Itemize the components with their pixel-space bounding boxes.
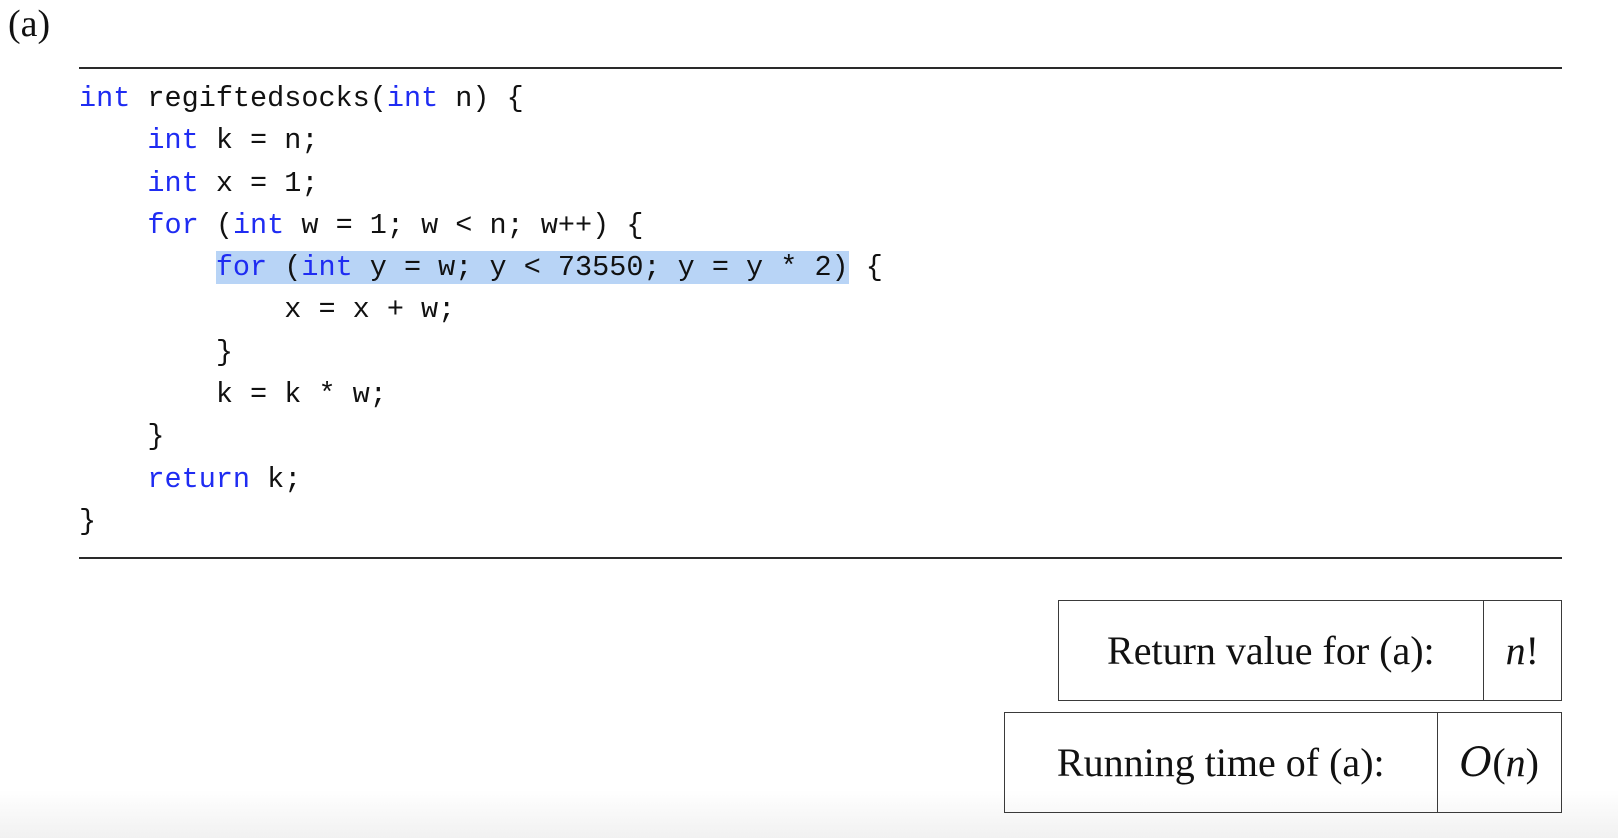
highlighted-code: ( bbox=[267, 251, 302, 285]
code-keyword: int bbox=[79, 82, 131, 115]
code-token: ( bbox=[198, 208, 233, 242]
code-line: } bbox=[79, 416, 883, 458]
return-value-label: Return value for (a): bbox=[1107, 628, 1435, 673]
code-line: x = x + w; bbox=[79, 289, 883, 331]
running-time-answer[interactable]: O(n) bbox=[1436, 713, 1561, 812]
code-token: w = 1; w < n; w++) { bbox=[284, 208, 644, 242]
running-time-box: Running time of (a): O(n) bbox=[1004, 712, 1562, 813]
code-line: int x = 1; bbox=[79, 163, 883, 205]
code-keyword: int bbox=[301, 251, 353, 285]
return-value-variable: n bbox=[1505, 628, 1526, 673]
code-keyword: int bbox=[232, 208, 285, 242]
code-line: } bbox=[79, 332, 883, 374]
code-token: } bbox=[215, 335, 233, 369]
code-bottom-rule bbox=[79, 557, 1562, 559]
code-line: k = k * w; bbox=[79, 374, 883, 416]
code-token: } bbox=[79, 504, 97, 538]
code-keyword: for bbox=[215, 251, 268, 285]
return-value-box: Return value for (a): n! bbox=[1058, 600, 1562, 701]
code-token: x = x + w; bbox=[284, 293, 456, 327]
code-token: regiftedsocks( bbox=[130, 82, 387, 115]
code-line: } bbox=[79, 501, 883, 543]
return-value-suffix: ! bbox=[1525, 628, 1539, 673]
code-token: k; bbox=[250, 462, 302, 496]
paren-open: ( bbox=[1492, 740, 1506, 785]
highlighted-code: y = w; y < 73550; y = y * 2) bbox=[352, 251, 849, 285]
code-token: { bbox=[848, 251, 883, 285]
code-line: int regiftedsocks(int n) { bbox=[79, 78, 883, 120]
code-line: for (int y = w; y < 73550; y = y * 2) { bbox=[79, 247, 883, 289]
code-token: n) { bbox=[438, 82, 524, 115]
return-value-answer[interactable]: n! bbox=[1482, 601, 1561, 700]
code-keyword: int bbox=[147, 124, 199, 158]
code-keyword: int bbox=[386, 82, 439, 115]
code-token: x = 1; bbox=[198, 166, 319, 200]
code-keyword: return bbox=[147, 462, 251, 496]
code-token: k = k * w; bbox=[215, 378, 387, 412]
code-line: for (int w = 1; w < n; w++) { bbox=[79, 205, 883, 247]
code-line: int k = n; bbox=[79, 120, 883, 162]
code-keyword: int bbox=[147, 166, 199, 200]
running-time-variable: n bbox=[1505, 740, 1526, 785]
running-time-label: Running time of (a): bbox=[1056, 740, 1385, 785]
code-token: k = n; bbox=[198, 124, 319, 158]
code-keyword: for bbox=[147, 208, 199, 242]
question-label: (a) bbox=[8, 3, 51, 45]
code-block[interactable]: int regiftedsocks(int n) { int k = n; in… bbox=[79, 78, 883, 543]
code-top-rule bbox=[79, 67, 1562, 69]
big-o-symbol: O bbox=[1459, 739, 1493, 786]
paren-close: ) bbox=[1525, 740, 1539, 785]
code-token: } bbox=[147, 420, 165, 454]
code-line: return k; bbox=[79, 459, 883, 501]
